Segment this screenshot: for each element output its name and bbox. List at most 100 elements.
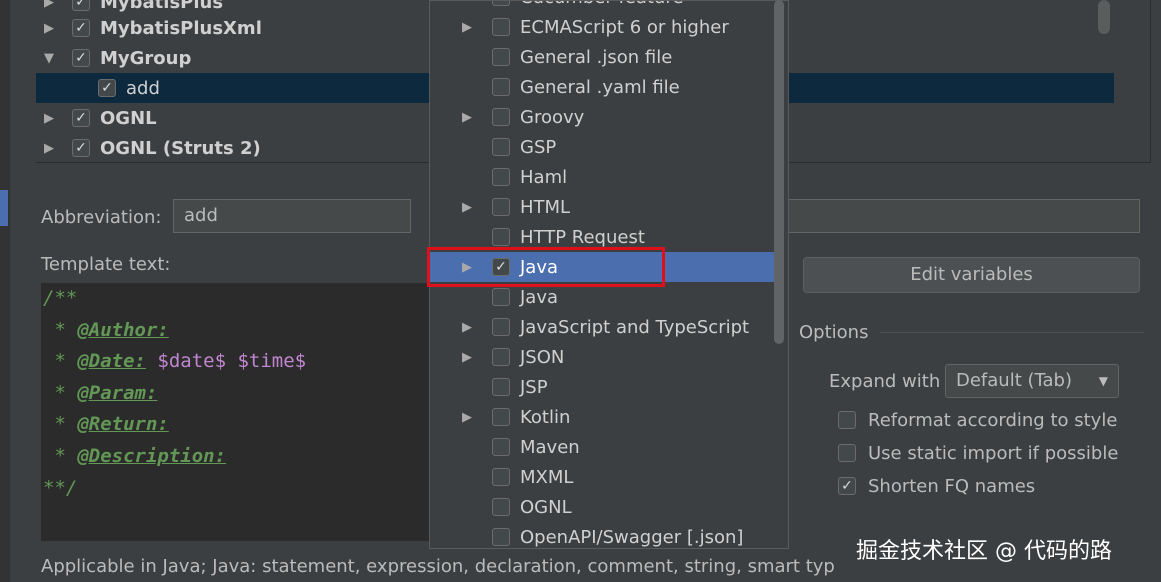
tree-scrollbar-thumb[interactable]: [1098, 0, 1110, 34]
context-item[interactable]: OGNL: [430, 492, 774, 522]
static-import-option[interactable]: Use static import if possible: [838, 440, 1118, 466]
description-input[interactable]: [786, 199, 1140, 233]
chevron-right-icon[interactable]: ▶: [40, 21, 58, 36]
chevron-right-icon[interactable]: ▶: [458, 20, 476, 35]
context-item[interactable]: ▶ JavaScript and TypeScript: [430, 312, 774, 342]
context-checkbox[interactable]: [492, 18, 510, 36]
template-text-editor[interactable]: /** * @Author: * @Date: $date$ $time$ * …: [41, 283, 436, 541]
watermark-text: 掘金技术社区 @ 代码的路: [856, 539, 1112, 564]
chevron-right-icon[interactable]: ▶: [40, 111, 58, 126]
context-checkbox[interactable]: [492, 168, 510, 186]
context-checkbox[interactable]: [492, 78, 510, 96]
context-item[interactable]: ▶ ECMAScript 6 or higher: [430, 12, 774, 42]
chevron-right-icon[interactable]: ▶: [458, 350, 476, 365]
context-item-label: Maven: [520, 436, 580, 458]
context-scrollbar-thumb[interactable]: [774, 0, 784, 344]
edit-variables-button[interactable]: Edit variables: [803, 257, 1140, 293]
tree-checkbox[interactable]: [72, 139, 90, 157]
comment-star: *: [43, 350, 78, 372]
context-item[interactable]: ▶ Groovy: [430, 102, 774, 132]
context-checkbox[interactable]: [492, 288, 510, 306]
context-checkbox[interactable]: [492, 198, 510, 216]
static-import-label: Use static import if possible: [868, 442, 1119, 464]
left-edge-strip: [0, 0, 10, 582]
reformat-checkbox[interactable]: [838, 411, 856, 429]
context-item[interactable]: Cucumber feature: [430, 1, 774, 12]
chevron-right-icon[interactable]: ▶: [458, 410, 476, 425]
dropdown-caret-icon: ▼: [1098, 374, 1108, 388]
context-item-label: MXML: [520, 466, 574, 488]
tree-checkbox[interactable]: [72, 0, 90, 11]
context-checkbox[interactable]: [492, 498, 510, 516]
context-item-label: Kotlin: [520, 406, 571, 428]
context-item-label: General .yaml file: [520, 76, 680, 98]
comment-star: *: [43, 413, 78, 435]
shorten-fq-label: Shorten FQ names: [868, 475, 1036, 497]
context-item[interactable]: ▶ HTML: [430, 192, 774, 222]
context-item-label: JSP: [520, 376, 548, 398]
return-tag: @Return:: [77, 413, 169, 435]
chevron-right-icon[interactable]: ▶: [40, 141, 58, 156]
chevron-right-icon[interactable]: ▶: [458, 200, 476, 215]
tree-row-label: OGNL: [100, 107, 157, 129]
context-checkbox[interactable]: [492, 378, 510, 396]
context-item-label: OpenAPI/Swagger [.json]: [520, 526, 744, 548]
tree-checkbox[interactable]: [72, 49, 90, 67]
chevron-right-icon[interactable]: ▶: [40, 0, 58, 10]
tree-checkbox[interactable]: [98, 79, 116, 97]
code-line-date: * @Date: $date$ $time$: [43, 350, 306, 381]
context-checkbox[interactable]: [492, 48, 510, 66]
context-checkbox[interactable]: [492, 108, 510, 126]
context-item-label: Cucumber feature: [520, 1, 683, 8]
options-separator: [880, 332, 1144, 333]
expand-with-select[interactable]: Default (Tab) ▼: [945, 364, 1119, 398]
comment-close: **/: [43, 477, 78, 499]
tree-checkbox[interactable]: [72, 109, 90, 127]
context-checkbox[interactable]: [492, 438, 510, 456]
context-checkbox[interactable]: [492, 1, 510, 6]
code-line-description: * @Description:: [43, 445, 226, 476]
context-item[interactable]: ▶ Kotlin: [430, 402, 774, 432]
context-item[interactable]: Haml: [430, 162, 774, 192]
reformat-option[interactable]: Reformat according to style: [838, 407, 1117, 433]
chevron-right-icon[interactable]: ▶: [458, 110, 476, 125]
abbreviation-label: Abbreviation:: [41, 207, 162, 228]
context-item[interactable]: OpenAPI/Swagger [.json]: [430, 522, 774, 548]
context-item-label: ECMAScript 6 or higher: [520, 16, 729, 38]
applicable-contexts-text: Applicable in Java; Java: statement, exp…: [41, 556, 835, 577]
code-line-param: * @Param:: [43, 382, 157, 413]
comment-star: *: [43, 445, 78, 467]
context-item-label: JavaScript and TypeScript: [520, 316, 750, 338]
context-item[interactable]: General .json file: [430, 42, 774, 72]
context-item[interactable]: Maven: [430, 432, 774, 462]
tree-row-label: MybatisPlus: [100, 0, 224, 13]
shorten-fq-checkbox[interactable]: [838, 477, 856, 495]
description-tag: @Description:: [77, 445, 227, 467]
context-checkbox[interactable]: [492, 318, 510, 336]
context-checkbox[interactable]: [492, 468, 510, 486]
context-item-label: OGNL: [520, 496, 572, 518]
context-item[interactable]: GSP: [430, 132, 774, 162]
code-line-return: * @Return:: [43, 413, 169, 444]
context-item-label: JSON: [520, 346, 565, 368]
chevron-right-icon[interactable]: ▶: [458, 320, 476, 335]
context-item[interactable]: ▶ JSON: [430, 342, 774, 372]
context-checkbox[interactable]: [492, 408, 510, 426]
context-checkbox[interactable]: [492, 348, 510, 366]
abbreviation-input[interactable]: add: [173, 199, 411, 233]
context-checkbox[interactable]: [492, 528, 510, 546]
tree-checkbox[interactable]: [72, 19, 90, 37]
date-time-variables: $date$ $time$: [145, 350, 307, 372]
highlight-annotation-box: [427, 247, 665, 287]
static-import-checkbox[interactable]: [838, 444, 856, 462]
code-line-author: * @Author:: [43, 319, 168, 350]
template-text-label: Template text:: [41, 254, 171, 275]
shorten-fq-option[interactable]: Shorten FQ names: [838, 473, 1035, 499]
chevron-down-icon[interactable]: ▼: [40, 51, 58, 66]
context-item[interactable]: JSP: [430, 372, 774, 402]
context-item[interactable]: MXML: [430, 462, 774, 492]
context-item-label: GSP: [520, 136, 557, 158]
context-item[interactable]: General .yaml file: [430, 72, 774, 102]
context-checkbox[interactable]: [492, 138, 510, 156]
context-checkbox[interactable]: [492, 228, 510, 246]
